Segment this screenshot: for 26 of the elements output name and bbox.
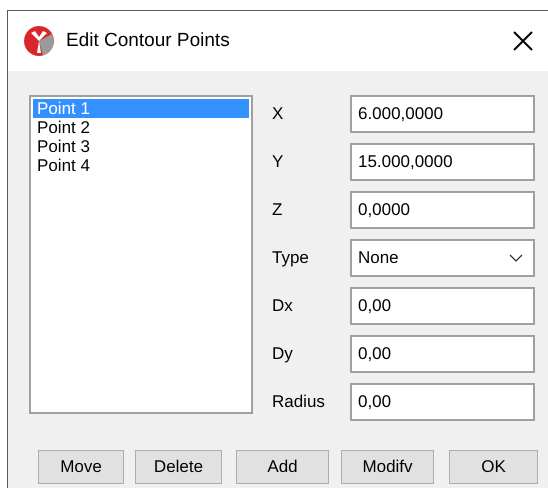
list-item[interactable]: Point 2 <box>33 118 249 137</box>
type-dropdown[interactable]: None <box>350 239 535 277</box>
dialog-button[interactable]: Delete <box>135 450 222 484</box>
list-item[interactable]: Point 3 <box>33 137 249 156</box>
app-logo-icon <box>23 25 55 57</box>
input-field[interactable]: 6.000,0000 <box>350 95 535 133</box>
dialog-button[interactable]: Modifv <box>341 450 434 484</box>
list-item[interactable]: Point 4 <box>33 156 249 175</box>
input-field[interactable]: 0,00 <box>350 287 535 325</box>
window-title: Edit Contour Points <box>66 28 230 53</box>
dialog-button[interactable]: OK <box>449 450 538 484</box>
input-field[interactable]: 0,00 <box>350 335 535 373</box>
dialog-button[interactable]: Move <box>38 450 124 484</box>
field-label: Type <box>272 247 310 270</box>
dialog-button[interactable]: Add <box>236 450 329 484</box>
points-list[interactable]: Point 1 Point 2 Point 3 Point 4 <box>29 95 253 414</box>
input-field[interactable]: 0,00 <box>350 383 535 421</box>
field-label: Dx <box>272 295 294 318</box>
field-label: X <box>272 103 284 126</box>
field-label: Y <box>272 151 284 174</box>
input-field[interactable]: 0,0000 <box>350 191 535 229</box>
field-label: Z <box>272 199 284 222</box>
field-label: Radius <box>272 391 326 414</box>
input-field[interactable]: 15.000,0000 <box>350 143 535 181</box>
field-label: Dy <box>272 343 294 366</box>
chevron-down-icon <box>509 254 523 262</box>
